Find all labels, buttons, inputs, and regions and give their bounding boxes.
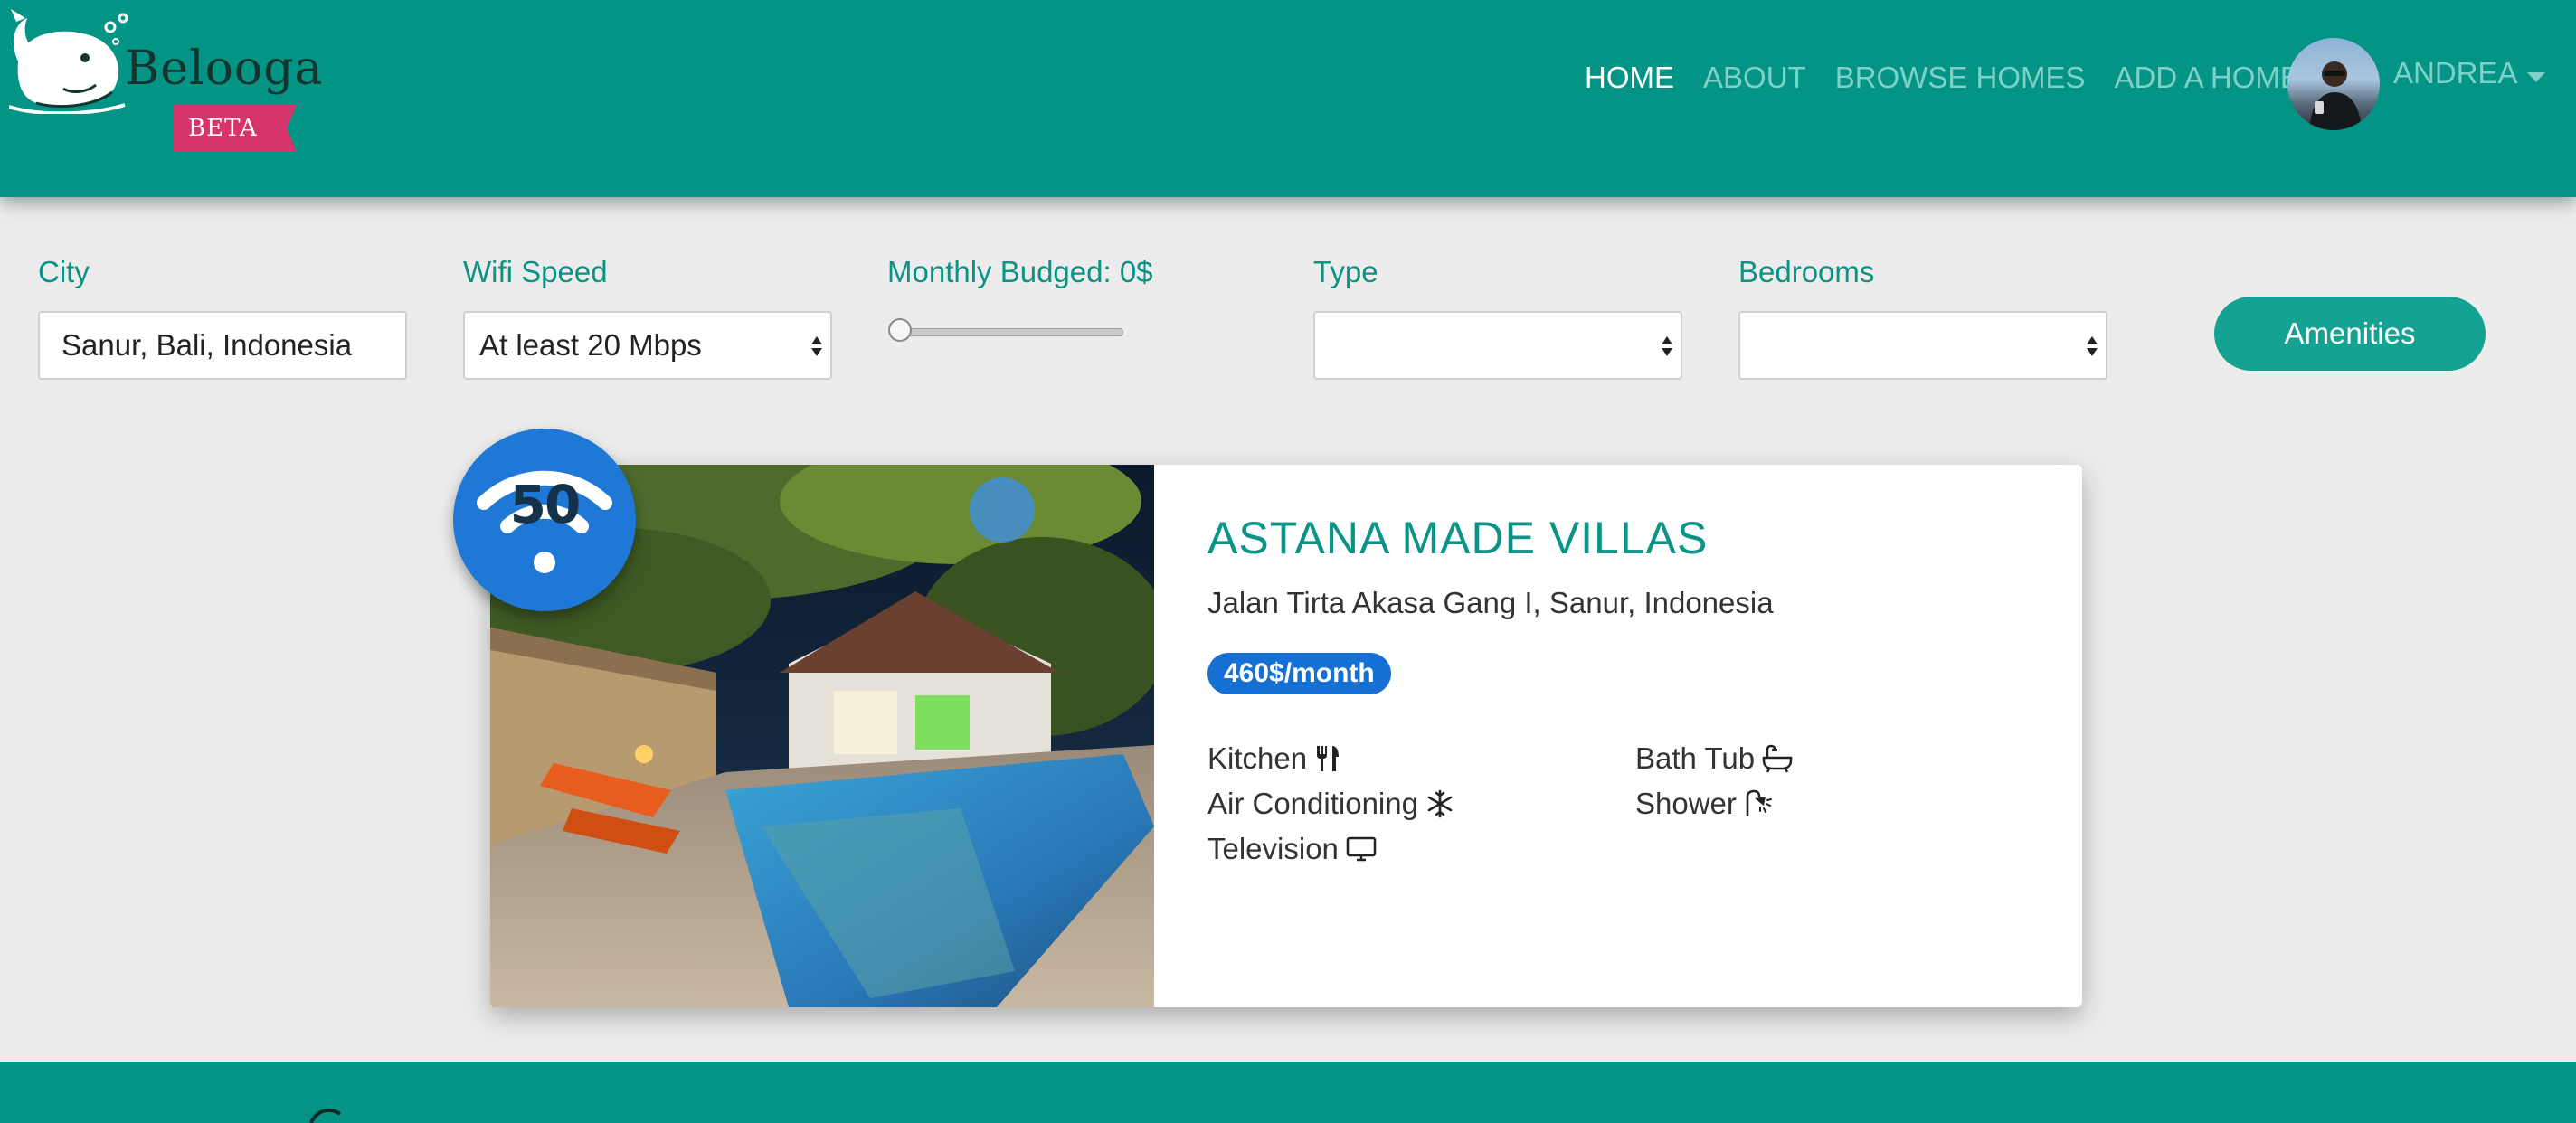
- bedrooms-label: Bedrooms: [1738, 255, 1875, 288]
- shower-icon: [1746, 789, 1772, 816]
- budget-slider-track[interactable]: [892, 328, 1123, 336]
- type-label: Type: [1313, 255, 1378, 288]
- main-nav: HOME ABOUT BROWSE HOMES ADD A HOME: [1585, 56, 2329, 99]
- belooga-logo[interactable]: Belooga BETA: [9, 5, 323, 152]
- wifi-speed-value: 50: [509, 474, 582, 535]
- budget-label: Monthly Budged: 0$: [887, 255, 1153, 288]
- nav-home-link[interactable]: HOME: [1585, 61, 1674, 95]
- user-name[interactable]: ANDREA: [2393, 56, 2518, 90]
- select-arrows-icon: [811, 336, 822, 356]
- nav-about-link[interactable]: ABOUT: [1703, 61, 1806, 95]
- amenity-label: Shower: [1635, 787, 1737, 820]
- city-label: City: [38, 255, 90, 288]
- amenity-label: Bath Tub: [1635, 741, 1756, 775]
- amenity-kitchen: Kitchen: [1208, 741, 1341, 776]
- wifi-speed-badge: 50: [453, 429, 636, 611]
- footer: [0, 1062, 2576, 1123]
- select-arrows-icon: [1662, 336, 1672, 356]
- beluga-whale-icon: [9, 9, 128, 114]
- bedrooms-select[interactable]: [1738, 311, 2107, 380]
- amenity-television: Television: [1208, 832, 1377, 866]
- wifi-speed-value: At least 20 Mbps: [479, 328, 702, 362]
- snowflake-icon: [1427, 789, 1453, 818]
- user-avatar[interactable]: [2287, 38, 2380, 130]
- amenities-button[interactable]: Amenities: [2214, 297, 2486, 371]
- city-input[interactable]: Sanur, Bali, Indonesia: [38, 311, 407, 380]
- amenity-label: Television: [1208, 832, 1339, 865]
- budget-slider-thumb[interactable]: [888, 318, 912, 342]
- amenity-label: Kitchen: [1208, 741, 1308, 775]
- listing-title[interactable]: ASTANA MADE VILLAS: [1208, 512, 1708, 564]
- amenity-label: Air Conditioning: [1208, 787, 1418, 820]
- logo-text: Belooga: [125, 42, 324, 96]
- amenity-bathtub: Bath Tub: [1635, 741, 1793, 776]
- type-select[interactable]: [1313, 311, 1682, 380]
- select-arrows-icon: [2087, 336, 2098, 356]
- bathtub-icon: [1762, 744, 1793, 773]
- utensils-icon: [1317, 746, 1340, 771]
- nav-add-home-link[interactable]: ADD A HOME: [2115, 61, 2300, 95]
- wifi-speed-select[interactable]: At least 20 Mbps: [463, 311, 832, 380]
- top-navbar: Belooga BETA HOME ABOUT BROWSE HOMES ADD…: [0, 0, 2576, 197]
- amenity-shower: Shower: [1635, 787, 1775, 821]
- wifi-speed-label: Wifi Speed: [463, 255, 608, 288]
- user-photo: [2309, 61, 2362, 130]
- nav-browse-homes-link[interactable]: BROWSE HOMES: [1835, 61, 2086, 95]
- price-badge: 460$/month: [1208, 653, 1391, 694]
- listing-address: Jalan Tirta Akasa Gang I, Sanur, Indones…: [1208, 586, 1774, 619]
- monitor-icon: [1346, 836, 1377, 862]
- caret-down-icon[interactable]: [2527, 72, 2545, 82]
- footer-logo-icon: [309, 1108, 342, 1123]
- amenity-air-conditioning: Air Conditioning: [1208, 787, 1454, 821]
- beta-ribbon: BETA: [174, 105, 297, 152]
